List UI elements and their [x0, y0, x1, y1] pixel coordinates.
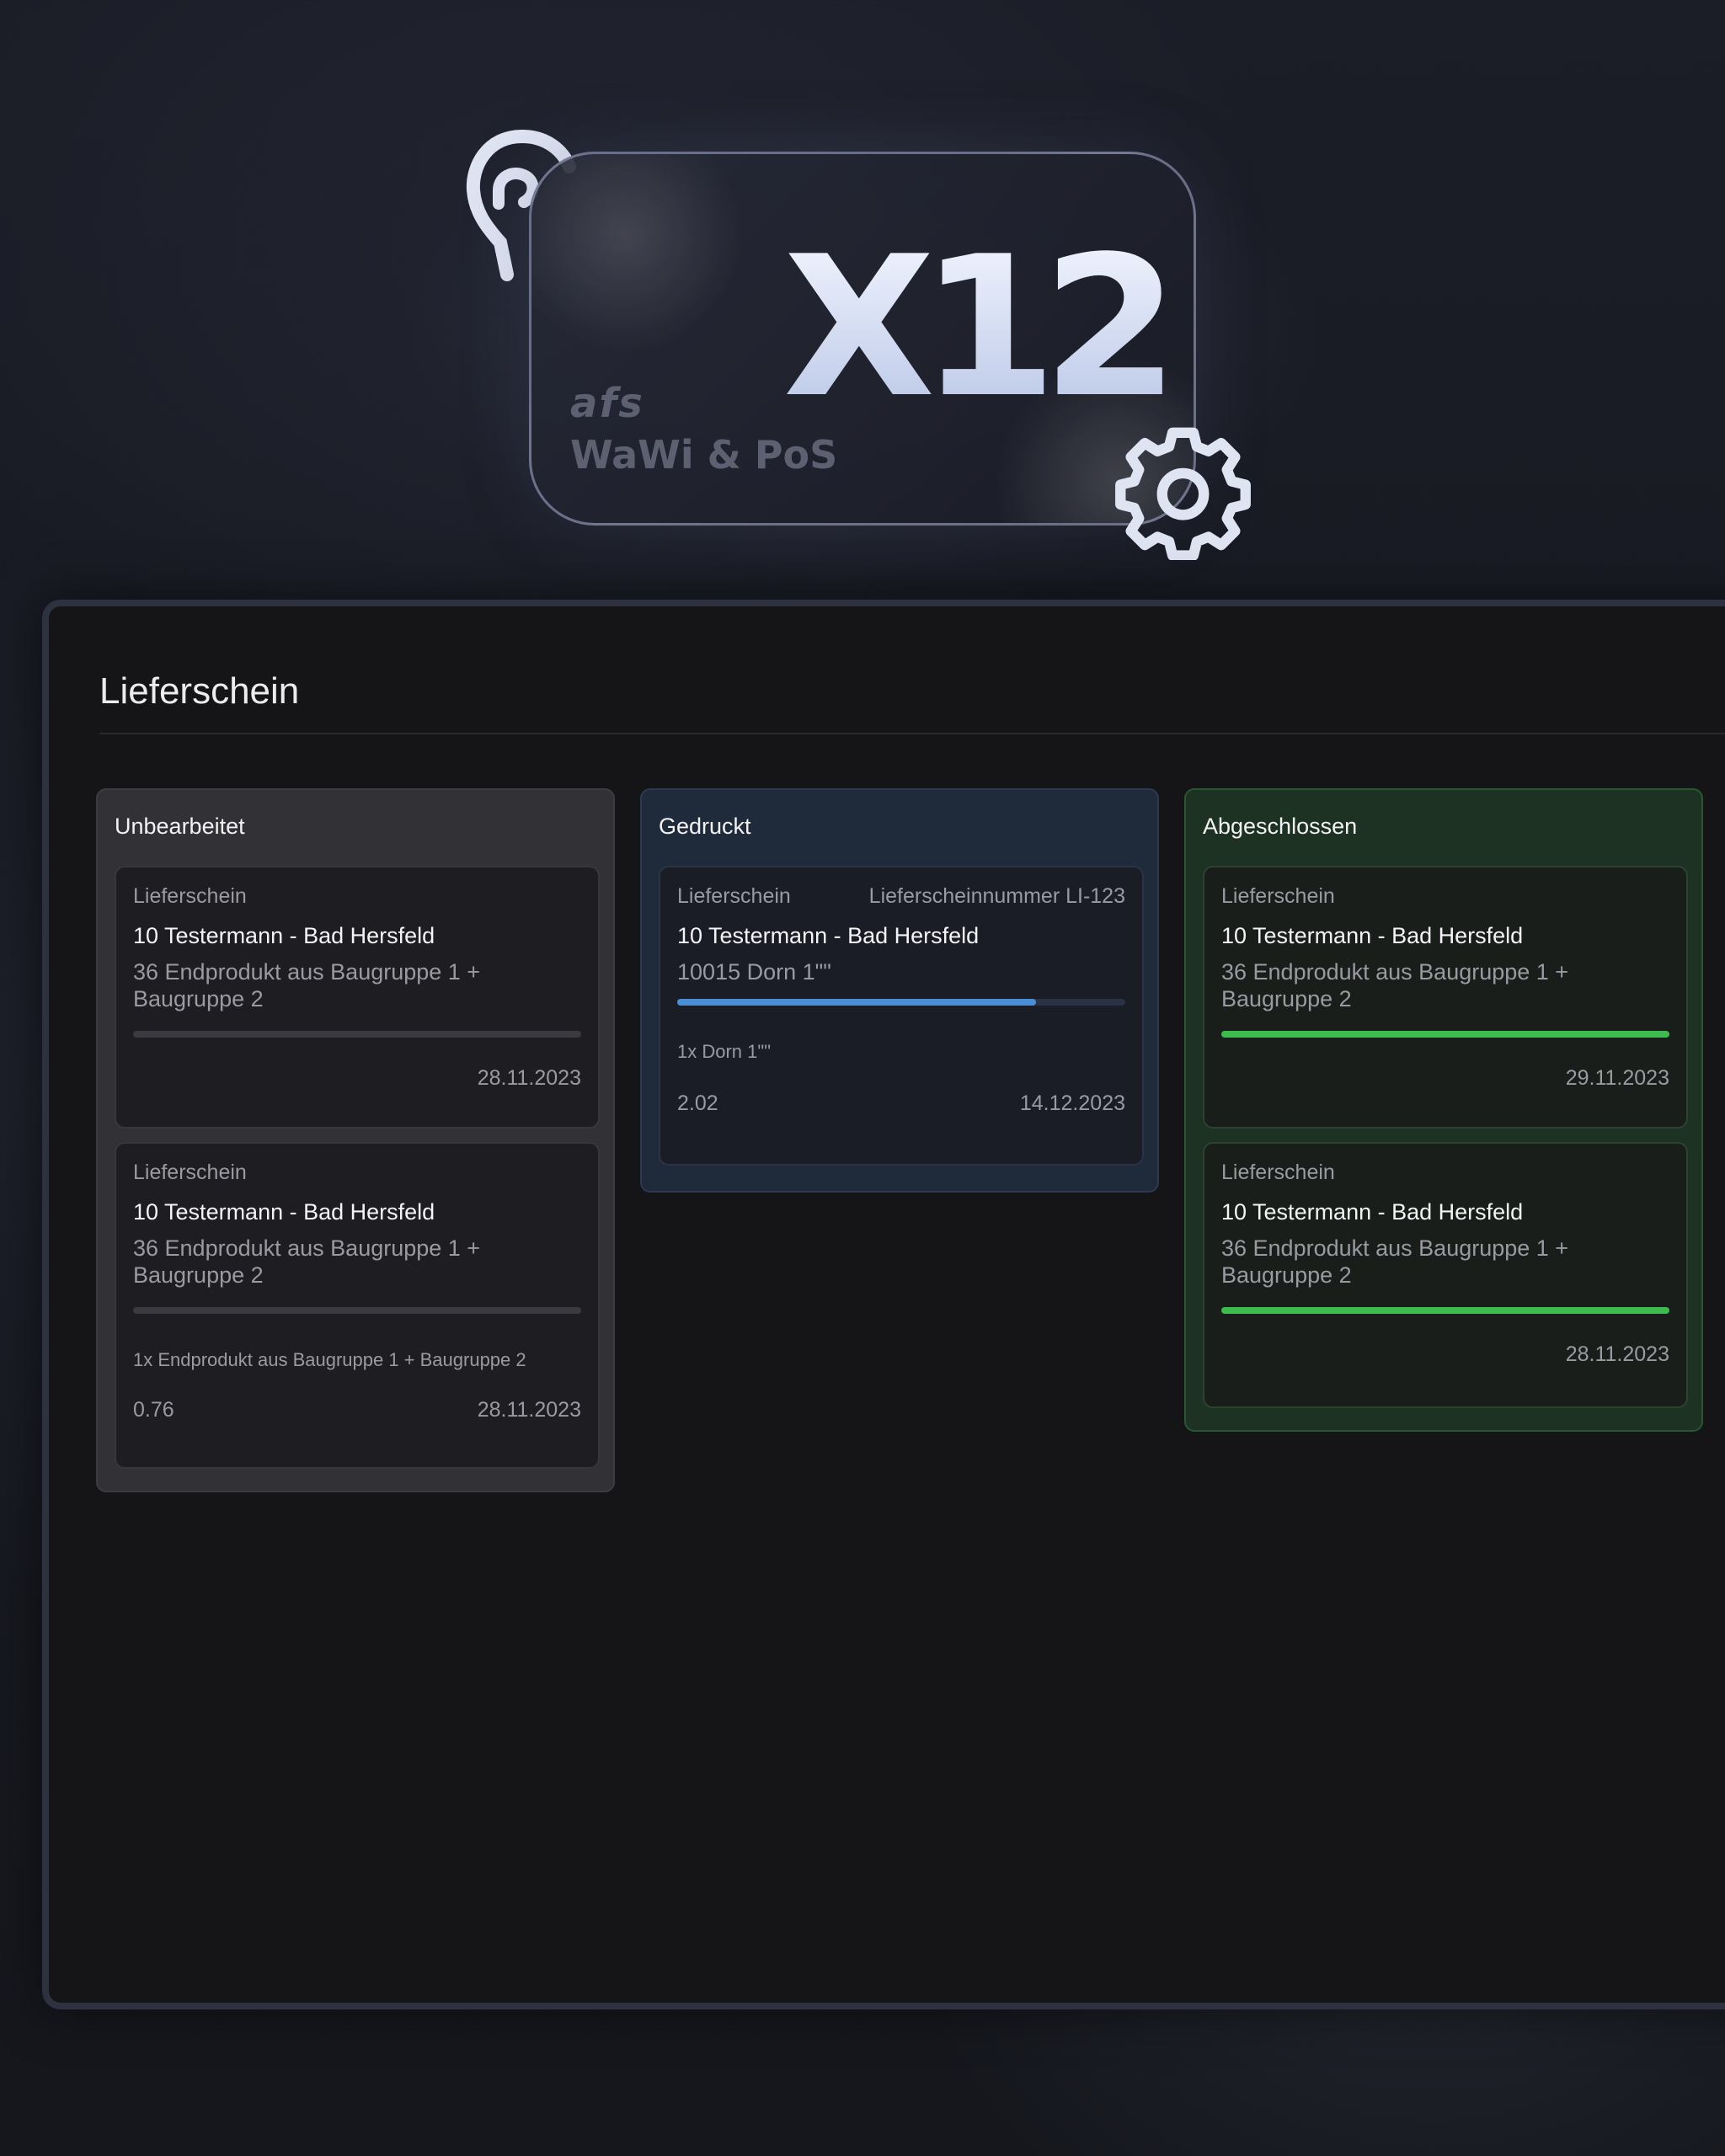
progress-fill: [1221, 1031, 1669, 1038]
card-customer: 10 Testermann - Bad Hersfeld: [133, 923, 435, 948]
delivery-note-card[interactable]: Lieferschein 10 Testermann - Bad Hersfel…: [115, 866, 600, 1129]
delivery-note-card[interactable]: Lieferschein Lieferscheinnummer LI-123 1…: [659, 866, 1144, 1166]
card-date: 28.11.2023: [477, 1066, 581, 1090]
card-date: 28.11.2023: [1565, 1342, 1669, 1366]
card-product: 10015 Dorn 1"": [677, 959, 831, 985]
progress-bar: [677, 999, 1125, 1006]
card-type: Lieferschein: [677, 884, 791, 908]
card-product: 36 Endprodukt aus Baugruppe 1 + Baugrupp…: [133, 959, 481, 1011]
column-title: Abgeschlossen: [1203, 814, 1358, 839]
logo-brand: afs: [570, 380, 644, 427]
card-date: 29.11.2023: [1565, 1066, 1669, 1090]
progress-bar: [1221, 1031, 1669, 1038]
card-value: 2.02: [677, 1091, 718, 1115]
title-divider: [99, 733, 1725, 734]
card-customer: 10 Testermann - Bad Hersfeld: [1221, 923, 1524, 948]
card-date: 14.12.2023: [1019, 1091, 1125, 1115]
card-customer: 10 Testermann - Bad Hersfeld: [1221, 1199, 1524, 1225]
hero-logo: X12 afs WaWi & PoS: [0, 0, 1725, 598]
card-customer: 10 Testermann - Bad Hersfeld: [133, 1199, 435, 1225]
progress-bar: [133, 1307, 581, 1314]
progress-fill: [677, 999, 1036, 1006]
gear-icon: [1115, 427, 1251, 560]
card-product: 36 Endprodukt aus Baugruppe 1 + Baugrupp…: [1221, 1235, 1569, 1288]
progress-fill: [1221, 1307, 1669, 1314]
card-value: 0.76: [133, 1398, 174, 1422]
logo-product-name: X12: [782, 216, 1179, 440]
column-title: Gedruckt: [659, 814, 751, 839]
card-type: Lieferschein: [1221, 884, 1335, 908]
card-detail: 1x Endprodukt aus Baugruppe 1 + Baugrupp…: [133, 1349, 526, 1370]
page-title: Lieferschein: [99, 670, 300, 712]
column-abgeschlossen: Abgeschlossen Lieferschein 10 Testermann…: [1184, 788, 1703, 1432]
logo-subtitle: WaWi & PoS: [570, 432, 838, 478]
card-product: 36 Endprodukt aus Baugruppe 1 + Baugrupp…: [1221, 959, 1569, 1011]
progress-bar: [1221, 1307, 1669, 1314]
column-gedruckt: Gedruckt Lieferschein Lieferscheinnummer…: [640, 788, 1159, 1193]
column-unbearbeitet: Unbearbeitet Lieferschein 10 Testermann …: [96, 788, 615, 1492]
logo-card: X12 afs WaWi & PoS: [529, 152, 1196, 526]
card-number: Lieferscheinnummer LI-123: [868, 884, 1125, 908]
card-customer: 10 Testermann - Bad Hersfeld: [677, 923, 980, 948]
card-type: Lieferschein: [133, 884, 247, 908]
column-title: Unbearbeitet: [115, 814, 245, 839]
progress-bar: [133, 1031, 581, 1038]
card-type: Lieferschein: [133, 1161, 247, 1184]
card-detail: 1x Dorn 1"": [677, 1041, 771, 1062]
delivery-note-card[interactable]: Lieferschein 10 Testermann - Bad Hersfel…: [115, 1142, 600, 1469]
app-window: Lieferschein Unbearbeitet Lieferschein 1…: [42, 600, 1725, 2009]
card-product: 36 Endprodukt aus Baugruppe 1 + Baugrupp…: [133, 1235, 481, 1288]
card-date: 28.11.2023: [477, 1398, 581, 1422]
delivery-note-card[interactable]: Lieferschein 10 Testermann - Bad Hersfel…: [1203, 1142, 1688, 1408]
delivery-note-card[interactable]: Lieferschein 10 Testermann - Bad Hersfel…: [1203, 866, 1688, 1129]
card-type: Lieferschein: [1221, 1161, 1335, 1184]
